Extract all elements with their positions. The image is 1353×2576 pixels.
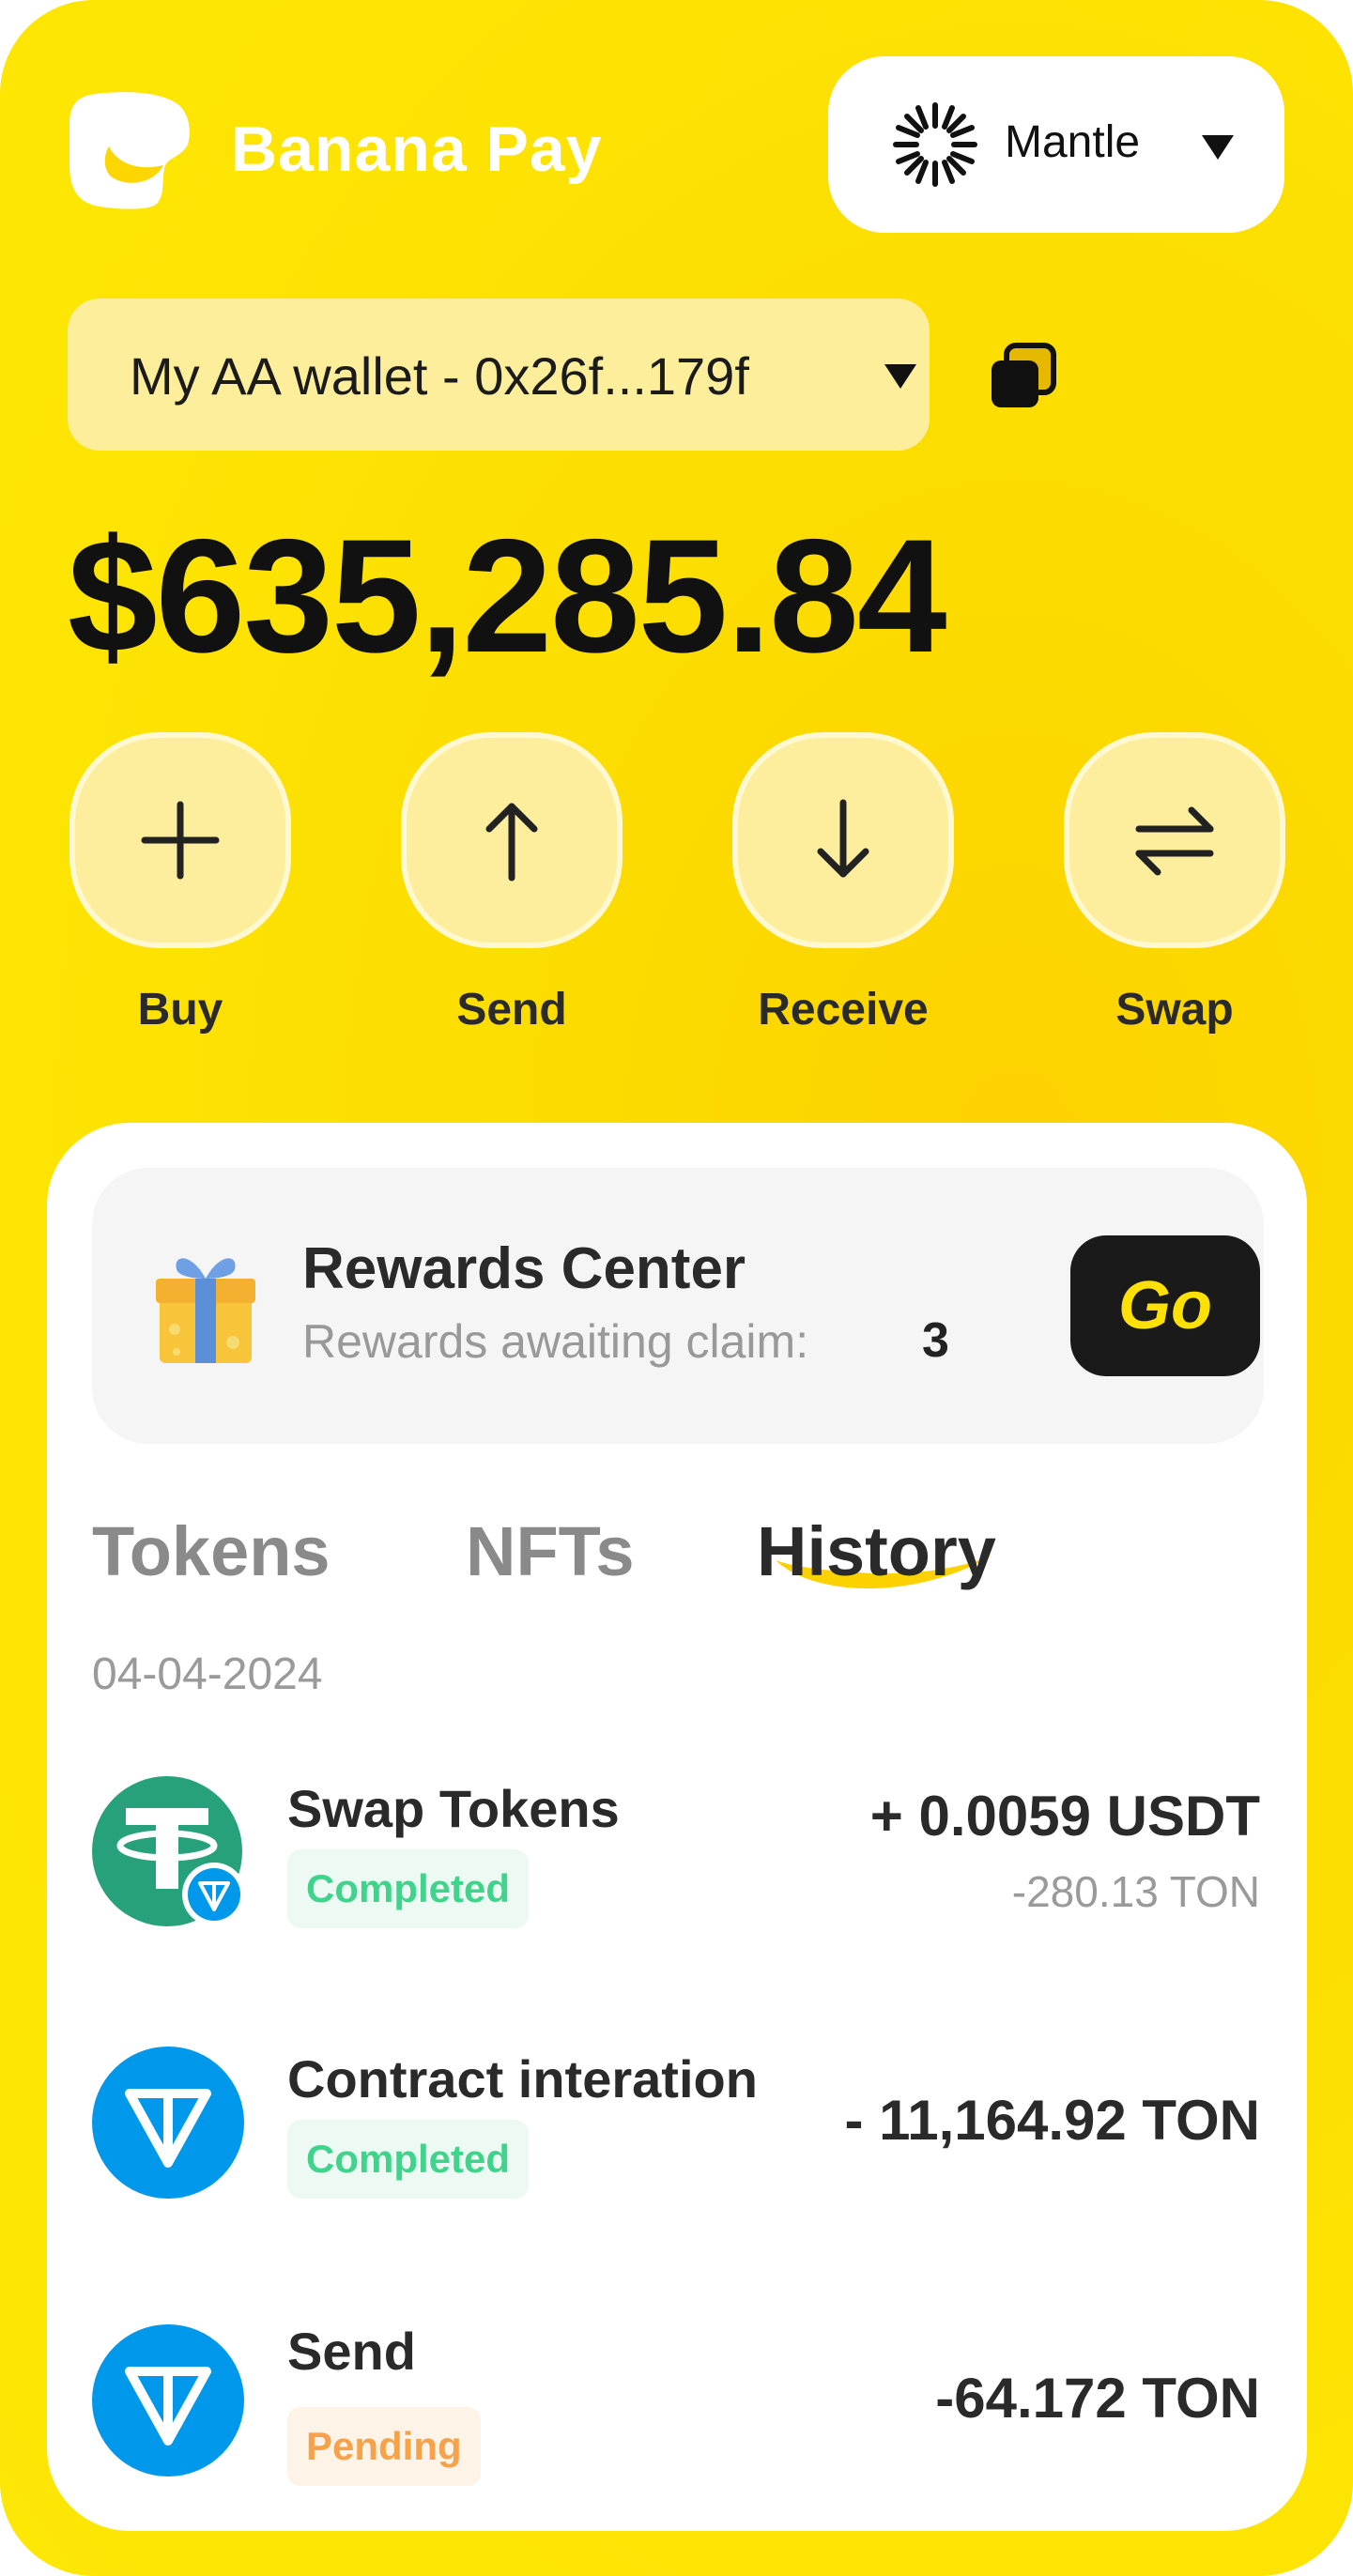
app-screen: Banana Pay Mantle My AA wallet - 0x26f..… — [0, 0, 1353, 2576]
plus-icon — [141, 801, 220, 880]
status-badge: Completed — [287, 1849, 530, 1928]
content-card: Rewards Center Rewards awaiting claim: 3… — [47, 1123, 1307, 2531]
status-badge: Pending — [287, 2407, 481, 2486]
send-button[interactable] — [401, 732, 623, 948]
history-date: 04-04-2024 — [92, 1649, 323, 1699]
swap-button[interactable] — [1064, 732, 1285, 948]
arrow-down-icon — [817, 799, 869, 878]
tab-nfts[interactable]: NFTs — [466, 1511, 635, 1591]
buy-label: Buy — [137, 985, 223, 1035]
chevron-down-icon — [1202, 135, 1234, 160]
tx-title: Send — [287, 2322, 416, 2381]
wallet-label: My AA wallet - 0x26f...179f — [130, 346, 749, 406]
chevron-down-icon — [884, 364, 916, 389]
tx-amount: - 11,164.92 TON — [844, 2089, 1261, 2152]
wallet-selector[interactable]: My AA wallet - 0x26f...179f — [68, 299, 930, 451]
send-label: Send — [456, 985, 567, 1035]
tx-title: Contract interation — [287, 2049, 758, 2108]
usdt-ton-icon — [92, 1776, 244, 1926]
buy-button[interactable] — [69, 732, 291, 948]
ton-icon — [92, 2324, 244, 2476]
rewards-go-button[interactable]: Go — [1070, 1235, 1260, 1376]
rewards-subtitle: Rewards awaiting claim: — [302, 1315, 809, 1368]
network-selector[interactable]: Mantle — [828, 56, 1284, 233]
receive-button[interactable] — [732, 732, 954, 948]
tx-amount: + 0.0059 USDT — [869, 1785, 1260, 1848]
total-balance: $635,285.84 — [68, 506, 946, 686]
rewards-title: Rewards Center — [302, 1236, 746, 1301]
rewards-center-banner[interactable]: Rewards Center Rewards awaiting claim: 3… — [92, 1168, 1264, 1444]
ton-icon — [92, 2047, 244, 2199]
swap-label: Swap — [1115, 985, 1234, 1035]
mantle-icon — [893, 102, 977, 187]
copy-icon[interactable] — [988, 342, 1057, 411]
tab-tokens[interactable]: Tokens — [92, 1511, 331, 1591]
brand-name: Banana Pay — [231, 114, 603, 185]
tx-amount: -64.172 TON — [935, 2367, 1260, 2430]
network-name: Mantle — [1005, 117, 1141, 167]
tab-history[interactable]: History — [757, 1511, 996, 1591]
banana-pay-logo-icon — [69, 92, 190, 209]
gift-icon — [156, 1258, 255, 1363]
tx-subamount: -280.13 TON — [1011, 1867, 1260, 1916]
receive-label: Receive — [758, 985, 929, 1035]
status-badge: Completed — [287, 2120, 530, 2199]
tx-title: Swap Tokens — [287, 1779, 620, 1838]
swap-arrows-icon — [1135, 806, 1214, 876]
arrow-up-icon — [485, 803, 538, 882]
rewards-count: 3 — [922, 1313, 949, 1368]
